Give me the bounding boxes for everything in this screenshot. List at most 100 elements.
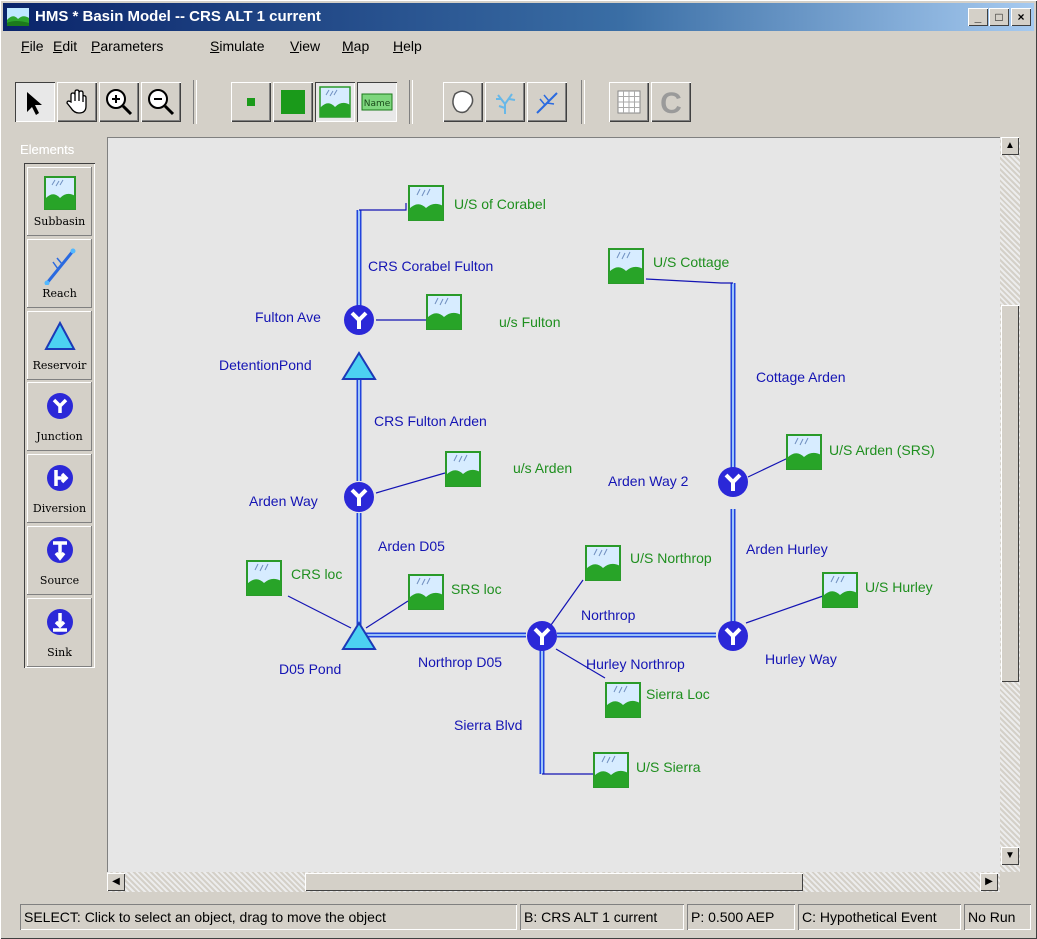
label-us-hurley: U/S Hurley — [865, 579, 933, 595]
sink-icon — [47, 609, 73, 635]
basin-map-canvas[interactable]: U/S of Corabel u/s Fulton u/s Arden CRS … — [107, 137, 1002, 874]
label-us-sierra: U/S Sierra — [636, 759, 701, 775]
subbasin-us-hurley-icon[interactable] — [822, 572, 858, 608]
horizontal-scroll-thumb[interactable] — [305, 873, 803, 891]
outline-icon — [452, 90, 474, 114]
scroll-left-button[interactable]: ◀ — [107, 873, 125, 891]
subbasin-sierra-loc-icon[interactable] — [605, 682, 641, 718]
c-icon: C — [660, 87, 682, 118]
small-icons-button[interactable] — [231, 82, 271, 122]
show-names-button[interactable]: Name — [357, 82, 397, 122]
palette-sink[interactable]: Sink — [27, 598, 92, 667]
label-arden-way-2: Arden Way 2 — [608, 473, 689, 489]
title-bar[interactable]: HMS * Basin Model -- CRS ALT 1 current _… — [3, 3, 1034, 31]
junction-northrop-icon[interactable] — [525, 619, 559, 653]
hand-icon — [66, 89, 87, 114]
label-northrop-d05: Northrop D05 — [418, 654, 503, 670]
horizontal-scrollbar[interactable]: ◀ ▶ — [107, 872, 1000, 892]
label-detention-pond: DetentionPond — [219, 357, 312, 373]
menu-file[interactable]: File — [21, 38, 44, 54]
show-icons-button[interactable] — [315, 82, 355, 122]
zoom-out-icon — [148, 89, 175, 116]
label-arden-way: Arden Way — [249, 493, 318, 509]
basin-outline-button[interactable] — [443, 82, 483, 122]
reservoir-detention-pond-icon[interactable] — [341, 351, 377, 381]
menu-bar: File Edit Parameters Simulate View Map H… — [3, 33, 1034, 57]
subbasin-us-sierra-icon[interactable] — [593, 752, 629, 788]
reach-icon — [536, 92, 558, 114]
scroll-corner — [1000, 872, 1020, 892]
menu-help[interactable]: Help — [393, 38, 422, 54]
pan-tool-button[interactable] — [57, 82, 97, 122]
subbasin-us-arden-srs-icon[interactable] — [786, 434, 822, 470]
label-hurley-northrop: Hurley Northrop — [586, 656, 685, 672]
label-us-northrop: U/S Northrop — [630, 550, 712, 566]
subbasin-us-of-corabel-icon[interactable] — [408, 185, 444, 221]
menu-view[interactable]: View — [290, 38, 320, 54]
svg-text:Name: Name — [364, 99, 391, 109]
label-us-arden-srs: U/S Arden (SRS) — [829, 442, 935, 458]
label-sierra-blvd: Sierra Blvd — [454, 717, 523, 733]
junction-fulton-ave-icon[interactable] — [342, 303, 376, 337]
junction-arden-way-2-icon[interactable] — [716, 465, 750, 499]
label-arden-hurley: Arden Hurley — [746, 541, 828, 557]
source-icon — [47, 537, 73, 563]
small-square-icon — [247, 98, 255, 106]
menu-simulate[interactable]: Simulate — [210, 38, 264, 54]
palette-junction-label: Junction — [36, 430, 83, 443]
c-button[interactable]: C — [651, 82, 691, 122]
close-button[interactable]: × — [1011, 8, 1031, 26]
palette-junction[interactable]: Junction — [27, 382, 92, 451]
subbasin-us-arden-icon[interactable] — [445, 451, 481, 487]
select-tool-button[interactable] — [15, 82, 55, 122]
vertical-scroll-thumb[interactable] — [1001, 305, 1019, 682]
menu-edit[interactable]: Edit — [53, 38, 77, 54]
junction-hurley-way-icon[interactable] — [716, 619, 750, 653]
vertical-scrollbar[interactable]: ▲ ▼ — [1000, 137, 1020, 872]
scroll-up-button[interactable]: ▲ — [1001, 137, 1019, 155]
reservoir-d05-pond-icon[interactable] — [341, 621, 377, 651]
palette-subbasin[interactable]: Subbasin — [27, 167, 92, 236]
network-links — [287, 203, 824, 775]
junction-arden-way-icon[interactable] — [342, 480, 376, 514]
subbasin-crs-loc-icon[interactable] — [246, 560, 282, 596]
subbasin-icon — [44, 176, 76, 210]
status-control: C: Hypothetical Event — [798, 904, 961, 930]
label-us-fulton: u/s Fulton — [499, 314, 561, 330]
palette-source[interactable]: Source — [27, 526, 92, 595]
subbasin-us-cottage-icon[interactable] — [608, 248, 644, 284]
reach-display-button[interactable] — [527, 82, 567, 122]
grid-icon — [617, 90, 641, 114]
scroll-right-button[interactable]: ▶ — [980, 873, 998, 891]
subbasin-srs-loc-icon[interactable] — [408, 574, 444, 610]
palette-reach[interactable]: Reach — [27, 239, 92, 308]
zoom-in-icon — [106, 89, 133, 116]
minimize-button[interactable]: _ — [968, 8, 988, 26]
subbasin-us-northrop-icon[interactable] — [585, 545, 621, 581]
menu-map[interactable]: Map — [342, 38, 369, 54]
grid-button[interactable] — [609, 82, 649, 122]
status-bar: SELECT: Click to select an object, drag … — [3, 900, 1034, 934]
palette-reach-label: Reach — [42, 287, 77, 300]
label-hurley-way: Hurley Way — [765, 651, 837, 667]
junction-icon — [47, 393, 73, 419]
zoom-out-button[interactable] — [141, 82, 181, 122]
zoom-in-button[interactable] — [99, 82, 139, 122]
subbasin-us-fulton-icon[interactable] — [426, 294, 462, 330]
label-arden-d05: Arden D05 — [378, 538, 445, 554]
label-srs-loc: SRS loc — [451, 581, 502, 597]
status-run: No Run — [964, 904, 1031, 930]
menu-parameters[interactable]: Parameters — [91, 38, 163, 54]
label-fulton-ave: Fulton Ave — [255, 309, 321, 325]
arrow-icon — [27, 92, 42, 115]
palette-diversion[interactable]: Diversion — [27, 454, 92, 523]
large-icons-button[interactable] — [273, 82, 313, 122]
app-icon — [7, 8, 29, 26]
label-us-cottage: U/S Cottage — [653, 254, 730, 270]
stream-network-button[interactable] — [485, 82, 525, 122]
label-d05-pond: D05 Pond — [279, 661, 342, 677]
maximize-button[interactable]: □ — [989, 8, 1009, 26]
scroll-down-button[interactable]: ▼ — [1001, 847, 1019, 865]
palette-reservoir[interactable]: Reservoir — [27, 311, 92, 380]
label-crs-corabel-fulton: CRS Corabel Fulton — [368, 258, 494, 274]
